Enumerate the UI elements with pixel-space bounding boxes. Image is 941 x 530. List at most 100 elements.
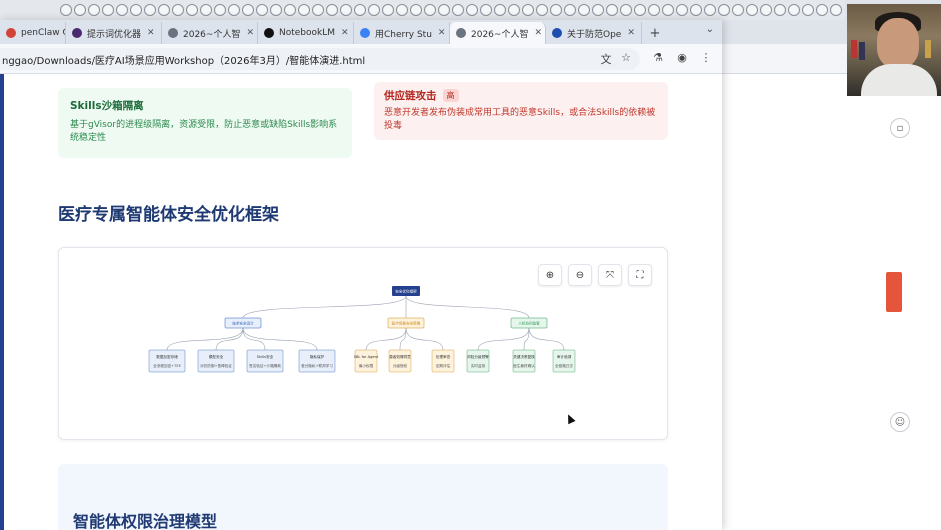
mini-tab-icon[interactable] xyxy=(634,4,646,16)
diagram-child-sublabel: 分级授权 xyxy=(393,363,408,368)
close-icon[interactable]: ✕ xyxy=(341,28,349,38)
mini-tab-icon[interactable] xyxy=(354,4,366,16)
mini-tab-icon[interactable] xyxy=(522,4,534,16)
mini-tab-icon[interactable] xyxy=(550,4,562,16)
toolbar: nggao/Downloads/医疗AI场景应用Workshop（2026年3月… xyxy=(0,44,722,74)
close-icon[interactable]: ✕ xyxy=(438,28,446,38)
chevron-down-icon[interactable]: ⌄ xyxy=(706,24,714,35)
mini-tab-icon[interactable] xyxy=(620,4,632,16)
mini-tab-icon[interactable] xyxy=(732,4,744,16)
mini-tab-icon[interactable] xyxy=(704,4,716,16)
mini-tab-icon[interactable] xyxy=(774,4,786,16)
mini-tab-icon[interactable] xyxy=(592,4,604,16)
mini-tab-icon[interactable] xyxy=(690,4,702,16)
mini-tab-icon[interactable] xyxy=(158,4,170,16)
tab-label: 提示词优化器 xyxy=(87,29,142,40)
smiley-icon[interactable]: ☺ xyxy=(890,412,910,432)
new-tab-button[interactable]: + xyxy=(642,22,668,44)
mini-tab-icon[interactable] xyxy=(270,4,282,16)
mini-tab-icon[interactable] xyxy=(718,4,730,16)
mini-tab-icon[interactable] xyxy=(256,4,268,16)
mini-tab-icon[interactable] xyxy=(760,4,772,16)
skills-sandbox-card: Skills沙箱隔离 基于gVisor的进程级隔离，资源受限，防止恶意或缺陷Sk… xyxy=(58,88,352,158)
mini-tab-icon[interactable] xyxy=(60,4,72,16)
mini-tab-icon[interactable] xyxy=(452,4,464,16)
mini-tab-icon[interactable] xyxy=(172,4,184,16)
mini-tab-icon[interactable] xyxy=(88,4,100,16)
mini-tab-icon[interactable] xyxy=(130,4,142,16)
close-icon[interactable]: ✕ xyxy=(246,28,254,38)
sidebar-button[interactable]: ▫ xyxy=(890,118,910,138)
fit-view-button[interactable]: ⤧ xyxy=(598,264,622,286)
mini-tab-icon[interactable] xyxy=(662,4,674,16)
mini-tab-icon[interactable] xyxy=(340,4,352,16)
diagram-child-sublabel: 全链路日志 xyxy=(555,363,573,368)
mini-tab-icon[interactable] xyxy=(242,4,254,16)
close-icon[interactable]: ✕ xyxy=(147,28,155,38)
mini-tab-icon[interactable] xyxy=(480,4,492,16)
mini-tab-icon[interactable] xyxy=(214,4,226,16)
mini-tab-icon[interactable] xyxy=(424,4,436,16)
section-title: 智能体权限治理模型 xyxy=(73,512,218,530)
mini-tab-icon[interactable] xyxy=(312,4,324,16)
diagram-child-node xyxy=(148,349,186,373)
diagram-edge xyxy=(477,327,530,351)
mini-tab-icon[interactable] xyxy=(410,4,422,16)
mini-tab-icon[interactable] xyxy=(382,4,394,16)
mini-tab-icon[interactable] xyxy=(284,4,296,16)
mini-tab-icon[interactable] xyxy=(326,4,338,16)
mini-tab-icon[interactable] xyxy=(648,4,660,16)
mini-tab-icon[interactable] xyxy=(508,4,520,16)
tab-prompt-optimizer[interactable]: 提示词优化器 ✕ xyxy=(66,22,162,44)
mini-tab-icon[interactable] xyxy=(536,4,548,16)
lab-flask-icon[interactable]: ⚗ xyxy=(650,51,666,64)
tab-cherry-studio[interactable]: 用Cherry Stu ✕ xyxy=(354,22,450,44)
mini-tab-icon[interactable] xyxy=(368,4,380,16)
mini-tab-icon[interactable] xyxy=(816,4,828,16)
side-promo-icon[interactable] xyxy=(886,272,902,312)
star-icon[interactable]: ☆ xyxy=(618,51,634,64)
mini-tab-icon[interactable] xyxy=(186,4,198,16)
diagram-child-sublabel: 全流程加密+TEE xyxy=(153,363,181,368)
diagram-group-label: 技术安全设计 xyxy=(232,320,254,325)
translate-icon[interactable]: 文 xyxy=(598,51,614,67)
close-icon[interactable]: ✕ xyxy=(534,28,542,38)
tab-openclaw-notice[interactable]: 关于防范Ope ✕ xyxy=(546,22,642,44)
tab-favicon-icon xyxy=(72,28,82,38)
tab-openclaw[interactable]: penClaw Co xyxy=(0,22,66,44)
mini-tab-icon[interactable] xyxy=(564,4,576,16)
mini-tab-icon[interactable] xyxy=(144,4,156,16)
mini-tab-icon[interactable] xyxy=(74,4,86,16)
browser-window: penClaw Co 提示词优化器 ✕ 2026~个人智 ✕ NotebookL… xyxy=(0,20,722,530)
mini-tab-icon[interactable] xyxy=(830,4,842,16)
menu-icon[interactable]: ⋮ xyxy=(698,51,714,64)
diagram-edge xyxy=(399,327,407,351)
mini-tab-icon[interactable] xyxy=(396,4,408,16)
tab-notebooklm[interactable]: NotebookLM ✕ xyxy=(258,22,354,44)
address-bar[interactable]: nggao/Downloads/医疗AI场景应用Workshop（2026年3月… xyxy=(0,48,640,70)
fullscreen-button[interactable]: ⛶ xyxy=(628,264,652,286)
mini-tab-icon[interactable] xyxy=(788,4,800,16)
tab-2026-a[interactable]: 2026~个人智 ✕ xyxy=(162,22,258,44)
mini-tab-icon[interactable] xyxy=(494,4,506,16)
mini-tab-icon[interactable] xyxy=(102,4,114,16)
mini-tab-icon[interactable] xyxy=(298,4,310,16)
tab-favicon-icon xyxy=(264,28,274,38)
diagram-child-node xyxy=(431,349,455,373)
mini-tab-icon[interactable] xyxy=(606,4,618,16)
mini-tab-icon[interactable] xyxy=(578,4,590,16)
mini-tab-icon[interactable] xyxy=(676,4,688,16)
mini-tab-icon[interactable] xyxy=(746,4,758,16)
mini-tab-icon[interactable] xyxy=(438,4,450,16)
mini-tab-icon[interactable] xyxy=(116,4,128,16)
mini-tab-icon[interactable] xyxy=(228,4,240,16)
mini-tab-icon[interactable] xyxy=(466,4,478,16)
tab-2026-active[interactable]: 2026~个人智 ✕ xyxy=(450,22,546,44)
mini-tab-icon[interactable] xyxy=(802,4,814,16)
mini-tab-icon[interactable] xyxy=(200,4,212,16)
profile-icon[interactable]: ◉ xyxy=(674,51,690,64)
overflow-tab-strip xyxy=(0,0,845,20)
zoom-out-button[interactable]: ⊖ xyxy=(568,264,592,286)
close-icon[interactable]: ✕ xyxy=(627,28,635,38)
zoom-in-button[interactable]: ⊕ xyxy=(538,264,562,286)
